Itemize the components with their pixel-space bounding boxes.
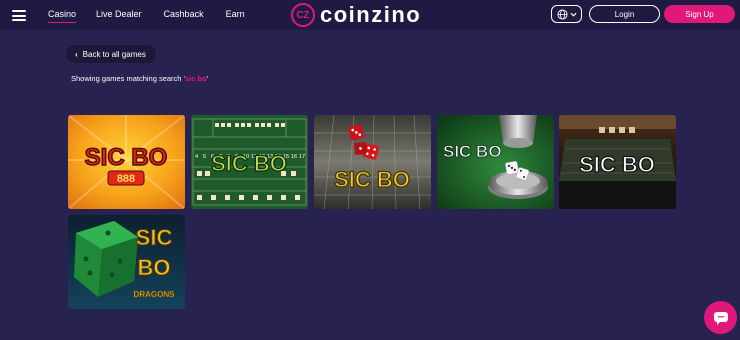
back-label: Back to all games: [82, 49, 146, 59]
nav-cashback[interactable]: Cashback: [164, 9, 204, 19]
signup-button[interactable]: Sign Up: [664, 5, 735, 23]
tile-title: SIC BO: [579, 152, 655, 177]
chevron-left-icon: ‹: [75, 49, 78, 59]
nav-live-dealer[interactable]: Live Dealer: [96, 9, 142, 19]
logo-badge: CZ: [291, 3, 315, 27]
tile-title-line2: BO: [138, 255, 171, 280]
language-selector[interactable]: [551, 5, 582, 23]
main-nav: Casino Live Dealer Cashback Earn: [48, 9, 245, 23]
search-term: sic bo: [185, 74, 207, 83]
globe-icon: [556, 8, 568, 20]
game-tile-sic-bo-dice[interactable]: SIC BO: [314, 115, 431, 209]
site-logo[interactable]: CZ coinzino: [291, 3, 421, 27]
tile-subtitle: 888: [117, 173, 135, 185]
back-to-all-games-button[interactable]: ‹ Back to all games: [66, 45, 156, 63]
tile-title: SIC: [136, 225, 173, 250]
login-button[interactable]: Login: [589, 5, 660, 23]
game-thumbnail: 4 5 6 7 8 9 10 11 12 13 14 15 16 17 SIC …: [191, 115, 308, 209]
game-thumbnail: SIC BO: [559, 115, 676, 209]
search-prefix: Showing games matching search ': [71, 74, 185, 83]
tile-title: SIC BO: [443, 142, 502, 161]
nav-casino[interactable]: Casino: [48, 9, 77, 23]
game-thumbnail: SIC BO: [314, 115, 431, 209]
game-tile-sic-bo-board[interactable]: 4 5 6 7 8 9 10 11 12 13 14 15 16 17 SIC …: [191, 115, 308, 209]
nav-earn[interactable]: Earn: [226, 9, 245, 19]
board-number: 16: [291, 154, 297, 160]
game-tile-sic-bo-888[interactable]: SIC BO 888: [68, 115, 185, 209]
board-number: 5: [203, 154, 206, 160]
chat-icon: [713, 311, 728, 325]
top-header: Casino Live Dealer Cashback Earn CZ coin…: [0, 0, 740, 30]
search-suffix: ': [206, 74, 209, 83]
game-tile-sic-bo-cup[interactable]: SIC BO: [437, 115, 554, 209]
game-thumbnail: SIC BO: [437, 115, 554, 209]
game-tile-sic-bo-dragons[interactable]: SIC BO DRAGONS: [68, 215, 185, 309]
game-thumbnail: SIC BO 888: [68, 115, 185, 209]
tile-title: SIC BO: [85, 144, 168, 171]
board-number: 4: [195, 154, 198, 160]
game-tile-sic-bo-table[interactable]: SIC BO: [559, 115, 676, 209]
tile-title: SIC BO: [334, 167, 410, 192]
chevron-down-icon: [569, 12, 577, 17]
board-number: 17: [299, 154, 305, 160]
hamburger-icon[interactable]: [12, 10, 26, 21]
game-thumbnail: SIC BO DRAGONS: [68, 215, 185, 309]
chat-button[interactable]: [704, 301, 737, 334]
tile-subtitle: DRAGONS: [134, 290, 176, 299]
search-results-caption: Showing games matching search 'sic bo': [71, 74, 208, 83]
logo-text: coinzino: [320, 2, 422, 27]
tile-title: SIC BO: [211, 151, 287, 176]
